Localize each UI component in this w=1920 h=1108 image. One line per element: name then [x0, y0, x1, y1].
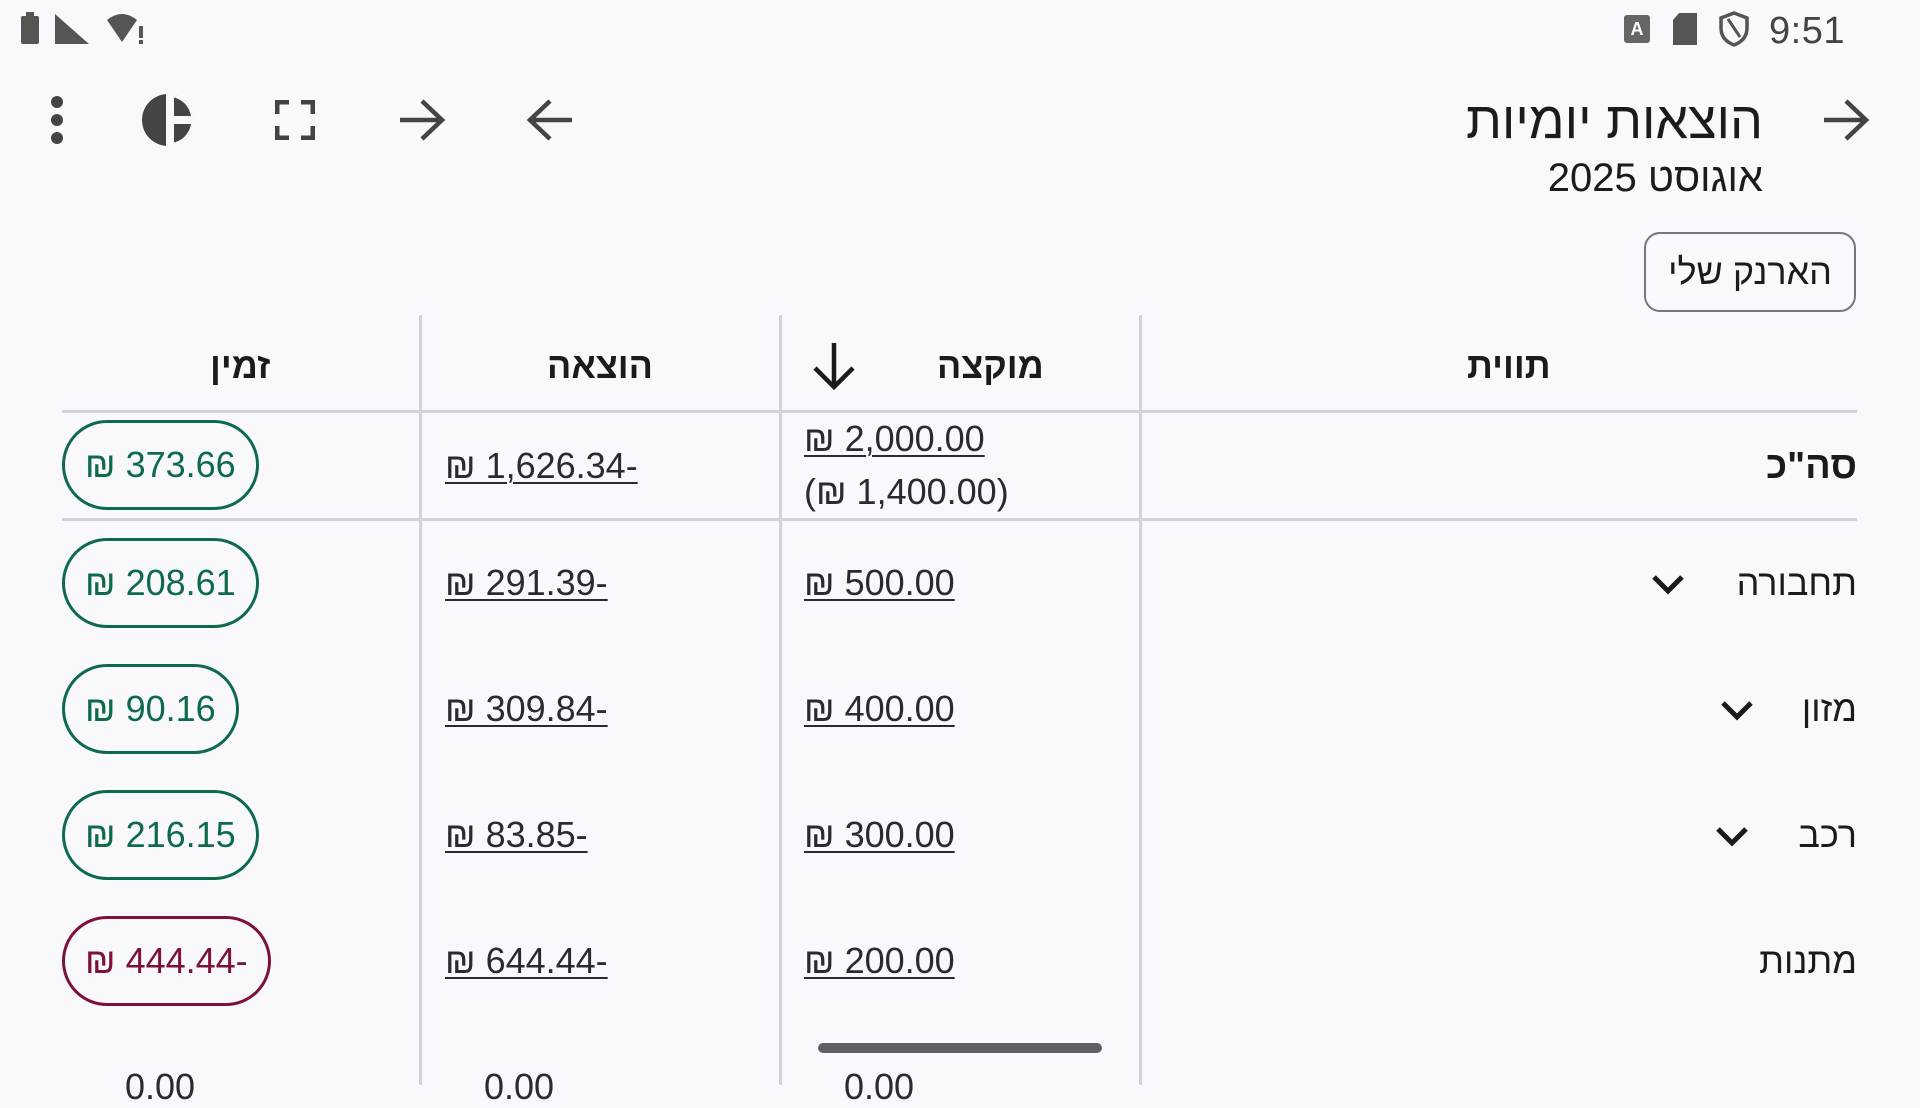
column-divider	[779, 315, 782, 1085]
chevron-down-icon[interactable]	[1712, 817, 1752, 857]
row-available-value: ₪ 208.61	[85, 562, 236, 603]
row-available-pill[interactable]: ₪ 208.61	[62, 538, 259, 628]
back-arrow-icon[interactable]	[510, 80, 590, 160]
column-divider	[419, 315, 422, 1085]
column-divider	[1139, 315, 1142, 1085]
total-divider	[62, 518, 1857, 521]
keyboard-a-icon: A	[1623, 14, 1651, 49]
title-block: הוצאות יומיות אוגוסט 2025	[1466, 90, 1763, 204]
header-label[interactable]: תווית	[1467, 345, 1551, 387]
total-expense[interactable]: ₪ 1,626.34-	[445, 445, 638, 487]
header-available[interactable]: זמין	[210, 345, 270, 387]
total-label: סה"כ	[1766, 445, 1857, 487]
wallet-chip-label: הארנק שלי	[1668, 251, 1832, 292]
status-right-icons: A 9:51	[1623, 10, 1845, 53]
total-available-pill[interactable]: ₪ 373.66	[62, 420, 259, 510]
row-label: תחבורה	[1736, 562, 1857, 603]
row-available-value: ₪ 216.15	[85, 814, 236, 855]
header-expense[interactable]: הוצאה	[547, 345, 653, 387]
more-vert-icon[interactable]	[17, 80, 97, 160]
chevron-down-icon[interactable]	[1717, 691, 1757, 731]
wallet-chip[interactable]: הארנק שלי	[1644, 232, 1856, 312]
row-expense[interactable]: ₪ 309.84-	[445, 688, 608, 730]
horizontal-scrollbar[interactable]	[818, 1043, 1102, 1053]
row-expense[interactable]: ₪ 644.44-	[445, 940, 608, 982]
row-available-value: ₪ 90.16	[85, 688, 216, 729]
row-allocated[interactable]: ₪ 300.00	[804, 814, 955, 856]
chevron-down-icon[interactable]	[1648, 565, 1688, 605]
row-available-pill[interactable]: ₪ 216.15	[62, 790, 259, 880]
total-allocated-sub: (₪ 1,400.00)	[804, 471, 1009, 512]
status-left-icons	[19, 12, 145, 51]
total-available-value: ₪ 373.66	[85, 444, 236, 485]
row-available-pill[interactable]: ₪ 90.16	[62, 664, 239, 754]
shield-icon	[1719, 11, 1749, 52]
row-available-pill[interactable]: ₪ 444.44-	[62, 916, 271, 1006]
sd-card-icon	[1671, 12, 1699, 51]
arrow-down-icon[interactable]	[812, 341, 856, 396]
row-label: מזון	[1801, 688, 1857, 729]
row-allocated[interactable]: ₪ 400.00	[804, 688, 955, 730]
top-app-bar: הוצאות יומיות אוגוסט 2025	[0, 80, 1920, 220]
row-available-value: ₪ 444.44-	[85, 940, 248, 981]
pie-chart-icon[interactable]	[128, 80, 208, 160]
partial-row-available: 0.00	[125, 1066, 196, 1107]
row-label: רכב	[1798, 814, 1857, 855]
header-allocated[interactable]: מוקצה	[937, 345, 1044, 387]
total-allocated[interactable]: ₪ 2,000.00	[804, 418, 985, 460]
page-title: הוצאות יומיות	[1465, 92, 1763, 150]
status-time: 9:51	[1769, 10, 1845, 52]
partial-row-expense: 0.00	[484, 1066, 555, 1107]
fullscreen-icon[interactable]	[255, 80, 335, 160]
row-expense[interactable]: ₪ 83.85-	[445, 814, 588, 856]
header-divider	[62, 410, 1857, 413]
forward-arrow-icon[interactable]	[382, 80, 462, 160]
row-allocated[interactable]: ₪ 500.00	[804, 562, 955, 604]
nav-back-icon[interactable]	[1806, 80, 1886, 160]
row-label: מתנות	[1759, 940, 1857, 981]
budget-table: זמין הוצאה מוקצה תווית ₪ 373.66 ₪ 1,626.…	[62, 315, 1857, 1085]
signal-icon	[55, 12, 91, 51]
page-subtitle: אוגוסט 2025	[1547, 156, 1763, 200]
svg-text:A: A	[1631, 19, 1644, 39]
wifi-alert-icon	[105, 12, 145, 51]
partial-row-allocated: 0.00	[844, 1066, 915, 1107]
row-allocated[interactable]: ₪ 200.00	[804, 940, 955, 982]
battery-icon	[19, 12, 41, 51]
row-expense[interactable]: ₪ 291.39-	[445, 562, 608, 604]
status-bar: A 9:51	[0, 0, 1920, 66]
